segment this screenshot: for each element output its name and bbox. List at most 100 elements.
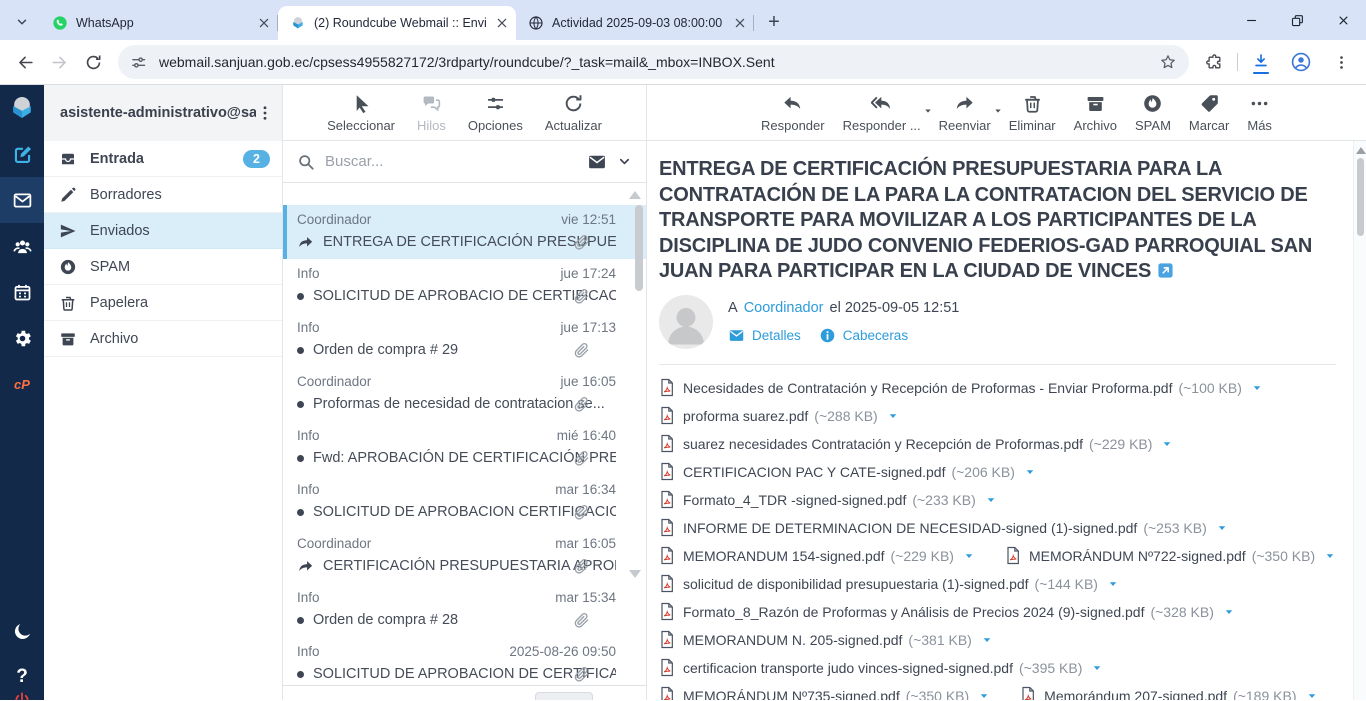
- attachment-name[interactable]: MEMORANDUM 154-signed.pdf: [683, 548, 885, 564]
- search-options-chevron-icon[interactable]: [617, 154, 632, 169]
- message-list-row[interactable]: Infojue 17:24SOLICITUD DE APROBACIO DE C…: [283, 259, 646, 313]
- message-list-row[interactable]: Coordinadorvie 12:51ENTREGA DE CERTIFICA…: [283, 205, 646, 259]
- browser-tab[interactable]: (2) Roundcube Webmail :: Envia: [278, 6, 516, 40]
- profile-button[interactable]: [1284, 45, 1318, 79]
- message-list-row[interactable]: Infomié 16:40Fwd: APROBACIÓN DE CERTIFIC…: [283, 421, 646, 475]
- attachment-menu-caret-icon[interactable]: [1091, 662, 1103, 674]
- rail-settings-button[interactable]: [0, 315, 44, 361]
- browser-menu-button[interactable]: [1324, 45, 1358, 79]
- attachment-item[interactable]: MEMORÁNDUM Nº722-signed.pdf(~350 KB): [1005, 546, 1336, 565]
- sidebar-folder-enviados[interactable]: Enviados: [44, 213, 282, 249]
- attachment-item[interactable]: suarez necesidades Contratación y Recepc…: [659, 434, 1173, 453]
- minimize-button[interactable]: [1228, 0, 1274, 40]
- account-header[interactable]: asistente-administrativo@sa...: [44, 85, 282, 141]
- attachment-name[interactable]: Memorándum 207-signed.pdf: [1044, 688, 1227, 701]
- attachment-menu-caret-icon[interactable]: [1306, 690, 1318, 701]
- list-toolbar-hilos[interactable]: Hilos: [411, 93, 452, 133]
- attachment-name[interactable]: CERTIFICACION PAC Y CATE-signed.pdf: [683, 464, 945, 480]
- attachment-item[interactable]: solicitud de disponibilidad presupuestar…: [659, 574, 1119, 593]
- external-link-icon[interactable]: [1157, 262, 1174, 279]
- attachment-menu-caret-icon[interactable]: [1216, 522, 1228, 534]
- browser-tab[interactable]: Actividad 2025-09-03 08:00:00: [516, 6, 754, 40]
- list-toolbar-actualizar[interactable]: Actualizar: [539, 93, 608, 133]
- message-toolbar-spam[interactable]: SPAM: [1129, 93, 1177, 133]
- attachment-item[interactable]: Memorándum 207-signed.pdf(~189 KB): [1020, 686, 1317, 700]
- message-list-row[interactable]: Coordinadorjue 16:05Proformas de necesid…: [283, 367, 646, 421]
- sidebar-folder-spam[interactable]: SPAM: [44, 249, 282, 285]
- tab-close-icon[interactable]: [256, 15, 272, 31]
- attachment-item[interactable]: CERTIFICACION PAC Y CATE-signed.pdf(~206…: [659, 462, 1036, 481]
- tab-search-button[interactable]: [8, 8, 36, 36]
- message-list-row[interactable]: Infomar 16:34SOLICITUD DE APROBACION CER…: [283, 475, 646, 529]
- tab-close-icon[interactable]: [494, 15, 510, 31]
- site-info-icon[interactable]: [130, 54, 147, 71]
- rail-contacts-button[interactable]: [0, 223, 44, 269]
- attachment-item[interactable]: Formato_4_TDR -signed-signed.pdf(~233 KB…: [659, 490, 997, 509]
- dropdown-caret-icon[interactable]: [923, 106, 933, 116]
- attachment-name[interactable]: Formato_4_TDR -signed-signed.pdf: [683, 492, 906, 508]
- attachment-menu-caret-icon[interactable]: [887, 410, 899, 422]
- attachment-menu-caret-icon[interactable]: [1223, 606, 1235, 618]
- downloads-button[interactable]: [1244, 45, 1278, 79]
- attachment-name[interactable]: MEMORÁNDUM Nº735-signed.pdf: [683, 688, 900, 701]
- attachment-name[interactable]: suarez necesidades Contratación y Recepc…: [683, 436, 1083, 452]
- message-toolbar-responder[interactable]: Responder: [755, 93, 831, 133]
- roundcube-logo[interactable]: [0, 85, 44, 131]
- message-toolbar-más[interactable]: Más: [1241, 93, 1278, 133]
- message-toolbar-reenviar[interactable]: Reenviar: [933, 93, 997, 133]
- new-tab-button[interactable]: +: [760, 8, 788, 36]
- rail-cpanel-button[interactable]: cP: [0, 361, 44, 407]
- extensions-button[interactable]: [1197, 45, 1231, 79]
- attachment-item[interactable]: Formato_8_Razón de Proformas y Análisis …: [659, 602, 1235, 621]
- sidebar-folder-archivo[interactable]: Archivo: [44, 321, 282, 357]
- dropdown-caret-icon[interactable]: [993, 106, 1003, 116]
- scroll-up-arrow[interactable]: [1356, 147, 1366, 154]
- attachment-name[interactable]: MEMORÁNDUM Nº722-signed.pdf: [1029, 548, 1246, 564]
- sidebar-folder-entrada[interactable]: Entrada2: [44, 141, 282, 177]
- message-toolbar-archivo[interactable]: Archivo: [1068, 93, 1123, 133]
- message-list-row[interactable]: Solicitud de aprobación de los documento…: [283, 183, 646, 205]
- search-input[interactable]: Buscar...: [325, 153, 577, 170]
- attachment-name[interactable]: INFORME DE DETERMINACION DE NECESIDAD-si…: [683, 520, 1137, 536]
- list-toolbar-opciones[interactable]: Opciones: [462, 93, 529, 133]
- message-toolbar-responder[interactable]: Responder ...: [837, 93, 927, 133]
- reload-button[interactable]: [76, 45, 110, 79]
- attachment-menu-caret-icon[interactable]: [963, 550, 975, 562]
- attachment-item[interactable]: proforma suarez.pdf(~288 KB): [659, 406, 899, 425]
- attachment-name[interactable]: Formato_8_Razón de Proformas y Análisis …: [683, 604, 1144, 620]
- list-scroll-up-arrow[interactable]: [629, 191, 641, 199]
- message-toolbar-marcar[interactable]: Marcar: [1183, 93, 1235, 133]
- attachment-menu-caret-icon[interactable]: [1024, 466, 1036, 478]
- close-button[interactable]: [1320, 0, 1366, 40]
- message-scrollbar[interactable]: [1353, 141, 1366, 700]
- attachment-menu-caret-icon[interactable]: [1107, 578, 1119, 590]
- browser-tab[interactable]: WhatsApp: [40, 6, 278, 40]
- back-button[interactable]: [8, 45, 42, 79]
- rail-mail-button[interactable]: [0, 177, 44, 223]
- attachment-menu-caret-icon[interactable]: [985, 494, 997, 506]
- detalles-link[interactable]: Detalles: [728, 327, 801, 344]
- list-toolbar-seleccionar[interactable]: Seleccionar: [321, 93, 401, 133]
- search-bar[interactable]: Buscar...: [283, 141, 646, 183]
- attachment-menu-caret-icon[interactable]: [978, 690, 990, 701]
- attachment-item[interactable]: MEMORANDUM 154-signed.pdf(~229 KB): [659, 546, 975, 565]
- message-list-row[interactable]: Coordinadormar 16:05CERTIFICACIÓN PRESUP…: [283, 529, 646, 583]
- search-scope-icon[interactable]: [587, 152, 607, 172]
- cabeceras-link[interactable]: Cabeceras: [819, 327, 908, 344]
- message-list-row[interactable]: Infomar 15:34Orden de compra # 28: [283, 583, 646, 637]
- scrollbar-thumb[interactable]: [1357, 158, 1364, 236]
- sidebar-folder-papelera[interactable]: Papelera: [44, 285, 282, 321]
- tab-close-icon[interactable]: [732, 15, 748, 31]
- attachment-menu-caret-icon[interactable]: [1251, 382, 1263, 394]
- list-scroll-down-arrow[interactable]: [629, 570, 641, 578]
- sidebar-folder-borradores[interactable]: Borradores: [44, 177, 282, 213]
- forward-button[interactable]: [42, 45, 76, 79]
- attachment-name[interactable]: certificacion transporte judo vinces-sig…: [683, 660, 1013, 676]
- attachment-name[interactable]: solicitud de disponibilidad presupuestar…: [683, 576, 1029, 592]
- attachment-item[interactable]: INFORME DE DETERMINACION DE NECESIDAD-si…: [659, 518, 1228, 537]
- list-scrollbar-thumb[interactable]: [635, 205, 643, 291]
- logout-power-icon[interactable]: [13, 691, 31, 700]
- dark-mode-button[interactable]: [0, 608, 44, 654]
- attachment-menu-caret-icon[interactable]: [1161, 438, 1173, 450]
- message-toolbar-eliminar[interactable]: Eliminar: [1003, 93, 1062, 133]
